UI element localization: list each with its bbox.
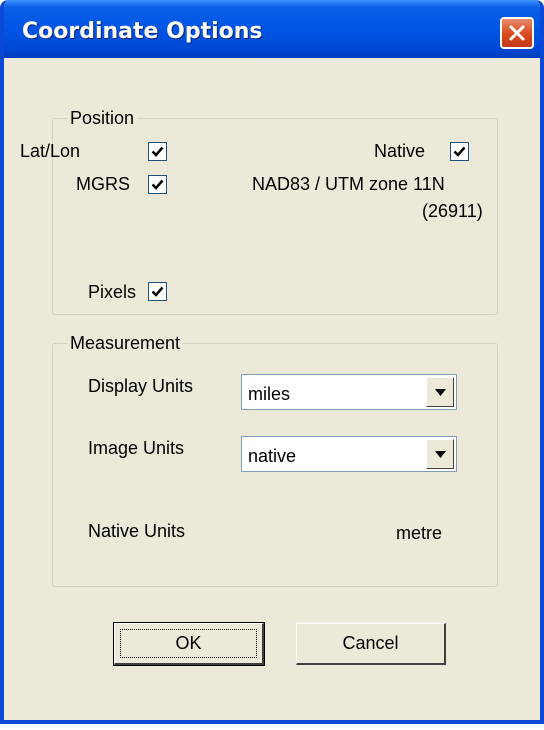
dropdown-arrow-icon (435, 389, 446, 396)
cancel-button[interactable]: Cancel (296, 623, 446, 665)
display-units-value: miles (248, 384, 291, 404)
native-units-value: metre (396, 523, 443, 543)
cancel-button-label: Cancel (342, 633, 399, 653)
check-icon (151, 146, 164, 157)
image-units-value: native (248, 446, 297, 466)
display-units-dropdown-button[interactable] (426, 377, 454, 407)
ok-button[interactable]: OK (113, 622, 265, 666)
pixels-label: Pixels (88, 282, 137, 302)
window-title: Coordinate Options (22, 19, 263, 44)
image-units-select[interactable]: native (241, 436, 457, 472)
image-units-label: Image Units (88, 438, 185, 458)
title-bar[interactable]: Coordinate Options (4, 0, 540, 58)
image-units-dropdown-button[interactable] (426, 439, 454, 469)
close-button[interactable] (500, 17, 534, 49)
display-units-select[interactable]: miles (241, 374, 457, 410)
native-checkbox[interactable] (450, 142, 469, 161)
close-icon (509, 25, 525, 41)
check-icon (151, 286, 164, 297)
measurement-group-legend: Measurement (67, 333, 184, 354)
position-group-legend: Position (67, 108, 138, 129)
native-label: Native (374, 141, 426, 161)
latlon-label: Lat/Lon (20, 141, 81, 161)
native-units-label: Native Units (88, 521, 186, 541)
pixels-checkbox[interactable] (148, 282, 167, 301)
mgrs-checkbox[interactable] (148, 175, 167, 194)
check-icon (453, 146, 466, 157)
coordinate-options-dialog: Coordinate Options Position Lat/Lon Nati… (0, 0, 544, 724)
check-icon (151, 179, 164, 190)
projection-code: (26911) (422, 201, 483, 221)
latlon-checkbox[interactable] (148, 142, 167, 161)
ok-button-label: OK (175, 633, 202, 653)
display-units-label: Display Units (88, 376, 194, 396)
mgrs-label: MGRS (76, 174, 130, 194)
dropdown-arrow-icon (435, 451, 446, 458)
projection-name: NAD83 / UTM zone 11N (252, 174, 445, 194)
